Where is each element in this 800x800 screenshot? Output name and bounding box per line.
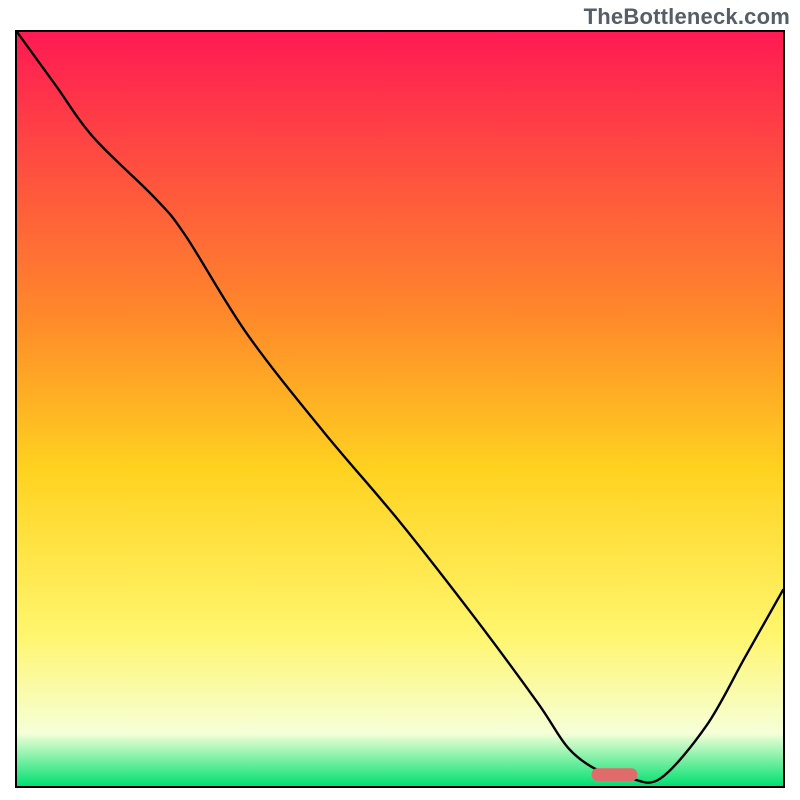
watermark-text: TheBottleneck.com <box>584 4 790 30</box>
gradient-background <box>17 32 783 786</box>
chart-frame: TheBottleneck.com <box>0 0 800 800</box>
plot-area <box>15 30 785 788</box>
optimal-marker <box>592 768 638 781</box>
chart-svg <box>17 32 783 786</box>
